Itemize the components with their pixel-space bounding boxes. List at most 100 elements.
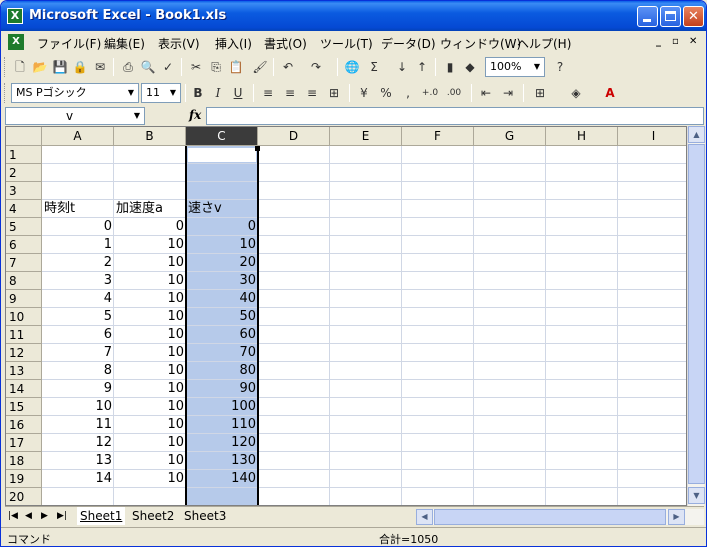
- cell-b7[interactable]: 10: [114, 254, 186, 272]
- column-header-d[interactable]: D: [258, 127, 330, 146]
- align-left-icon[interactable]: ≡: [259, 84, 277, 102]
- sort-descending-icon[interactable]: ↑: [413, 58, 431, 76]
- copy-icon[interactable]: ⎘: [207, 58, 225, 76]
- sort-ascending-icon[interactable]: ↓: [393, 58, 411, 76]
- font-name-select[interactable]: MS Pゴシック ▼: [11, 83, 139, 103]
- cell-b4[interactable]: 加速度a: [114, 200, 186, 218]
- doc-restore-icon[interactable]: ▫: [672, 36, 679, 47]
- font-size-select[interactable]: 11 ▼: [141, 83, 181, 103]
- row-header-6[interactable]: 6: [6, 236, 42, 254]
- menu-insert[interactable]: 挿入(I): [215, 35, 252, 52]
- hyperlink-icon[interactable]: 🌐: [343, 58, 361, 76]
- zoom-select[interactable]: 100% ▼: [485, 57, 545, 77]
- column-header-f[interactable]: F: [402, 127, 474, 146]
- row-header-10[interactable]: 10: [6, 308, 42, 326]
- formula-input[interactable]: [206, 107, 704, 125]
- hscroll-thumb[interactable]: [434, 509, 666, 525]
- cell-a14[interactable]: 9: [42, 380, 114, 398]
- spelling-icon[interactable]: ✓: [159, 58, 177, 76]
- cell-b13[interactable]: 10: [114, 362, 186, 380]
- row-header-9[interactable]: 9: [6, 290, 42, 308]
- scroll-thumb[interactable]: [688, 144, 705, 484]
- doc-minimize-icon[interactable]: _: [656, 36, 661, 47]
- chevron-down-icon[interactable]: ▼: [530, 58, 544, 76]
- row-header-4[interactable]: 4: [6, 200, 42, 218]
- align-center-icon[interactable]: ≡: [281, 84, 299, 102]
- menu-data[interactable]: データ(D): [381, 35, 436, 52]
- open-icon[interactable]: 📂: [31, 58, 49, 76]
- row-header-3[interactable]: 3: [6, 182, 42, 200]
- last-sheet-icon[interactable]: ▶|: [57, 511, 67, 521]
- comma-icon[interactable]: ,: [399, 84, 417, 102]
- cell-a8[interactable]: 3: [42, 272, 114, 290]
- decrease-indent-icon[interactable]: ⇤: [477, 84, 495, 102]
- doc-close-icon[interactable]: ✕: [689, 36, 697, 47]
- fill-handle[interactable]: [255, 146, 260, 151]
- cell-a5[interactable]: 0: [42, 218, 114, 236]
- drawing-icon[interactable]: ◆: [461, 58, 479, 76]
- menu-help[interactable]: ヘルプ(H): [517, 35, 571, 52]
- print-icon[interactable]: ⎙: [119, 58, 137, 76]
- row-header-17[interactable]: 17: [6, 434, 42, 452]
- column-header-a[interactable]: A: [42, 127, 114, 146]
- next-sheet-icon[interactable]: ▶: [41, 511, 48, 521]
- insert-function-icon[interactable]: fx: [189, 108, 201, 122]
- cell-b19[interactable]: 10: [114, 470, 186, 488]
- underline-icon[interactable]: U: [229, 84, 247, 102]
- column-header-b[interactable]: B: [114, 127, 186, 146]
- chart-wizard-icon[interactable]: ▮: [441, 58, 459, 76]
- row-header-14[interactable]: 14: [6, 380, 42, 398]
- bold-icon[interactable]: B: [189, 84, 207, 102]
- close-button[interactable]: ✕: [683, 6, 704, 27]
- email-icon[interactable]: ✉: [91, 58, 109, 76]
- scroll-left-icon[interactable]: ◀: [416, 509, 433, 525]
- excel-icon[interactable]: X: [7, 8, 23, 24]
- cell-a10[interactable]: 5: [42, 308, 114, 326]
- scroll-right-icon[interactable]: ▶: [668, 509, 685, 525]
- row-header-1[interactable]: 1: [6, 146, 42, 164]
- merge-center-icon[interactable]: ⊞: [325, 84, 343, 102]
- column-header-g[interactable]: G: [474, 127, 546, 146]
- borders-icon[interactable]: ⊞: [531, 84, 549, 102]
- autosum-icon[interactable]: Σ: [365, 58, 383, 76]
- worksheet-grid[interactable]: ABCDEFGHI 1 2 3 4 5 6 7 8 9 10 11 12 13 14 15 16 17 18 19 2…: [5, 126, 687, 506]
- cut-icon[interactable]: ✂: [187, 58, 205, 76]
- cell-b17[interactable]: 10: [114, 434, 186, 452]
- chevron-down-icon[interactable]: ▼: [124, 84, 138, 102]
- column-header-e[interactable]: E: [330, 127, 402, 146]
- increase-decimal-icon[interactable]: +.0: [421, 84, 439, 102]
- cell-a12[interactable]: 7: [42, 344, 114, 362]
- cell-b6[interactable]: 10: [114, 236, 186, 254]
- cell-a7[interactable]: 2: [42, 254, 114, 272]
- cell-b10[interactable]: 10: [114, 308, 186, 326]
- cell-a17[interactable]: 12: [42, 434, 114, 452]
- cell-a4[interactable]: 時刻t: [42, 200, 114, 218]
- row-header-11[interactable]: 11: [6, 326, 42, 344]
- cell-b12[interactable]: 10: [114, 344, 186, 362]
- row-header-19[interactable]: 19: [6, 470, 42, 488]
- cell-a15[interactable]: 10: [42, 398, 114, 416]
- save-icon[interactable]: 💾: [51, 58, 69, 76]
- toolbar-grip[interactable]: [4, 57, 7, 77]
- menu-edit[interactable]: 編集(E): [104, 35, 145, 52]
- workbook-icon[interactable]: X: [8, 34, 24, 50]
- cell-b18[interactable]: 10: [114, 452, 186, 470]
- redo-icon[interactable]: ↷: [307, 58, 325, 76]
- menu-window[interactable]: ウィンドウ(W): [440, 35, 521, 52]
- cell-a18[interactable]: 13: [42, 452, 114, 470]
- fill-color-icon[interactable]: ◈: [567, 84, 585, 102]
- chevron-down-icon[interactable]: ▼: [130, 108, 144, 124]
- cell-a9[interactable]: 4: [42, 290, 114, 308]
- row-header-15[interactable]: 15: [6, 398, 42, 416]
- paste-icon[interactable]: 📋: [227, 58, 245, 76]
- help-icon[interactable]: ?: [551, 58, 569, 76]
- title-bar[interactable]: X Microsoft Excel - Book1.xls ✕: [1, 1, 706, 31]
- row-header-12[interactable]: 12: [6, 344, 42, 362]
- chevron-down-icon[interactable]: ▼: [166, 84, 180, 102]
- menu-format[interactable]: 書式(O): [264, 35, 307, 52]
- cell-a16[interactable]: 11: [42, 416, 114, 434]
- decrease-decimal-icon[interactable]: .00: [445, 84, 463, 102]
- toolbar-grip[interactable]: [4, 83, 7, 103]
- vertical-scrollbar[interactable]: ▲ ▼: [687, 126, 705, 506]
- minimize-button[interactable]: [637, 6, 658, 27]
